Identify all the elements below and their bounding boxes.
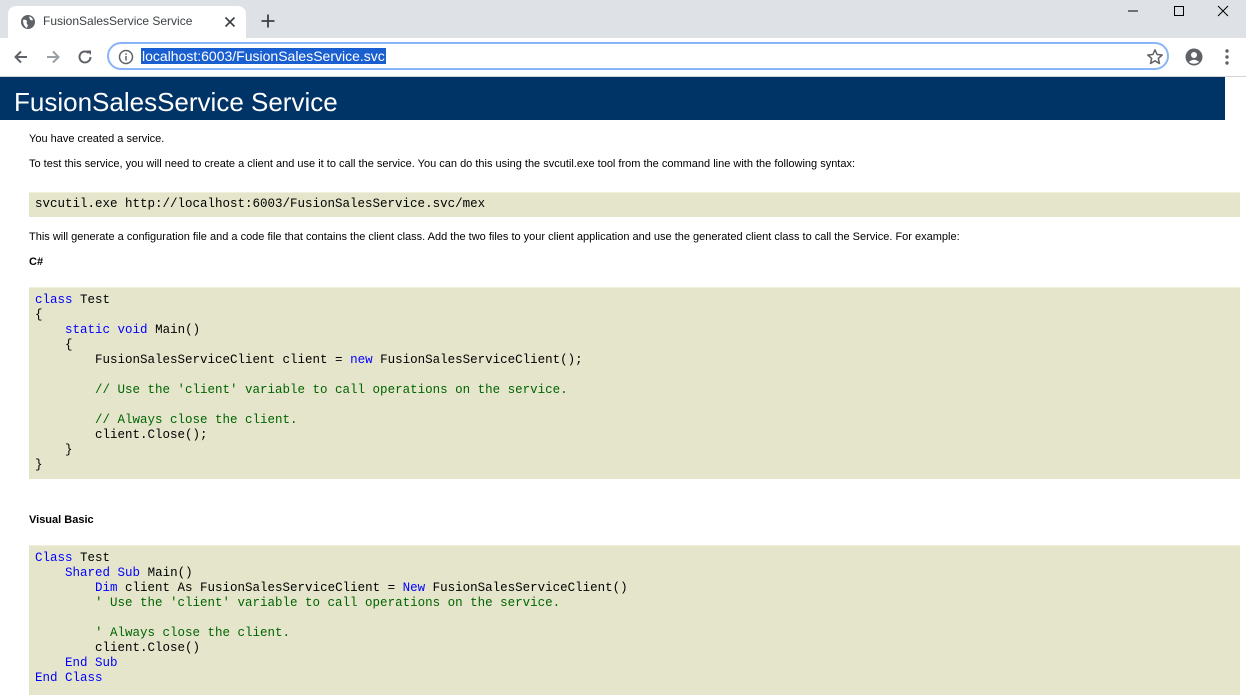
code-text: {: [35, 308, 43, 322]
close-icon: [1217, 5, 1229, 17]
code-keyword: static: [65, 323, 111, 337]
test-instructions: To test this service, you will need to c…: [29, 158, 856, 170]
code-keyword: New: [402, 581, 426, 595]
title-bar: FusionSalesService Service: [0, 0, 1246, 38]
code-text: {: [65, 338, 73, 352]
code-line: End Class: [29, 671, 1240, 686]
window-close-button[interactable]: [1200, 0, 1246, 28]
code-text: FusionSalesServiceClient client =: [95, 353, 351, 367]
svcutil-code-block: svcutil.exe http://localhost:6003/Fusion…: [29, 192, 1240, 217]
code-line: client.Close();: [29, 428, 1240, 443]
url-text[interactable]: localhost:6003/FusionSalesService.svc: [141, 48, 386, 64]
code-keyword: End Sub: [65, 656, 118, 670]
page-title: FusionSalesService Service: [14, 87, 338, 117]
code-text: Main(): [147, 323, 201, 337]
code-text: FusionSalesServiceClient();: [372, 353, 583, 367]
code-line: Class Test: [29, 551, 1240, 566]
generate-note: This will generate a configuration file …: [29, 231, 960, 243]
svcutil-command: svcutil.exe http://localhost:6003/Fusion…: [35, 197, 486, 211]
code-line: {: [29, 338, 1240, 353]
browser-tab[interactable]: FusionSalesService Service: [8, 6, 246, 38]
code-comment: // Use the 'client' variable to call ope…: [95, 383, 568, 397]
kebab-menu-icon[interactable]: [1219, 48, 1235, 66]
code-line: {: [29, 308, 1240, 323]
code-line: static void Main(): [29, 323, 1240, 338]
star-icon[interactable]: [1146, 48, 1164, 66]
code-keyword: Sub: [117, 566, 141, 580]
code-line: // Use the 'client' variable to call ope…: [29, 383, 1240, 398]
code-text: FusionSalesServiceClient(): [425, 581, 628, 595]
arrow-right-icon[interactable]: [43, 47, 63, 67]
csharp-label: C#: [29, 256, 44, 268]
code-keyword: void: [117, 323, 148, 337]
code-text: Test: [72, 551, 111, 565]
plus-icon[interactable]: [260, 13, 276, 29]
code-line: End Sub: [29, 656, 1240, 671]
minimize-icon: [1128, 10, 1138, 12]
code-line: client.Close(): [29, 641, 1240, 656]
code-keyword: Class: [35, 551, 73, 565]
page-header: FusionSalesService Service: [0, 77, 1225, 120]
code-line: }: [29, 443, 1240, 458]
vb-code-block: Class Test Shared Sub Main() Dim client …: [29, 545, 1240, 695]
browser-toolbar: localhost:6003/FusionSalesService.svc: [0, 38, 1246, 77]
code-line: class Test: [29, 293, 1240, 308]
code-line: Dim client As FusionSalesServiceClient =…: [29, 581, 1240, 596]
page-viewport: FusionSalesService Service You have crea…: [0, 77, 1246, 698]
address-bar[interactable]: localhost:6003/FusionSalesService.svc: [107, 42, 1169, 70]
code-text: Main(): [140, 566, 193, 580]
code-line: ' Always close the client.: [29, 626, 1240, 641]
code-comment: ' Always close the client.: [95, 626, 291, 640]
code-line: // Always close the client.: [29, 413, 1240, 428]
account-icon[interactable]: [1185, 48, 1203, 66]
maximize-icon: [1174, 6, 1184, 16]
code-keyword: Shared: [65, 566, 111, 580]
intro-text: You have created a service.: [29, 133, 165, 145]
code-line: ' Use the 'client' variable to call oper…: [29, 596, 1240, 611]
code-text: client.Close();: [95, 428, 208, 442]
code-line: }: [29, 458, 1240, 473]
code-keyword: new: [350, 353, 373, 367]
code-comment: ' Use the 'client' variable to call oper…: [95, 596, 561, 610]
globe-icon: [21, 15, 35, 29]
code-keyword: Dim: [95, 581, 118, 595]
code-text: }: [65, 443, 73, 457]
code-line: FusionSalesServiceClient client = new Fu…: [29, 353, 1240, 368]
info-icon[interactable]: [118, 49, 134, 65]
vb-label: Visual Basic: [29, 514, 94, 526]
code-text: client As FusionSalesServiceClient =: [117, 581, 403, 595]
close-icon[interactable]: [222, 14, 238, 30]
code-comment: // Always close the client.: [95, 413, 298, 427]
tab-title: FusionSalesService Service: [43, 14, 193, 28]
code-text: }: [35, 458, 43, 472]
code-text: Test: [72, 293, 111, 307]
code-keyword: End Class: [35, 671, 103, 685]
reload-icon[interactable]: [75, 47, 95, 67]
code-keyword: class: [35, 293, 73, 307]
maximize-button[interactable]: [1156, 0, 1202, 28]
code-line: Shared Sub Main(): [29, 566, 1240, 581]
code-text: client.Close(): [95, 641, 201, 655]
csharp-code-block: class Test { static void Main() { Fusion…: [29, 287, 1240, 479]
arrow-left-icon[interactable]: [11, 47, 31, 67]
minimize-button[interactable]: [1110, 0, 1156, 28]
